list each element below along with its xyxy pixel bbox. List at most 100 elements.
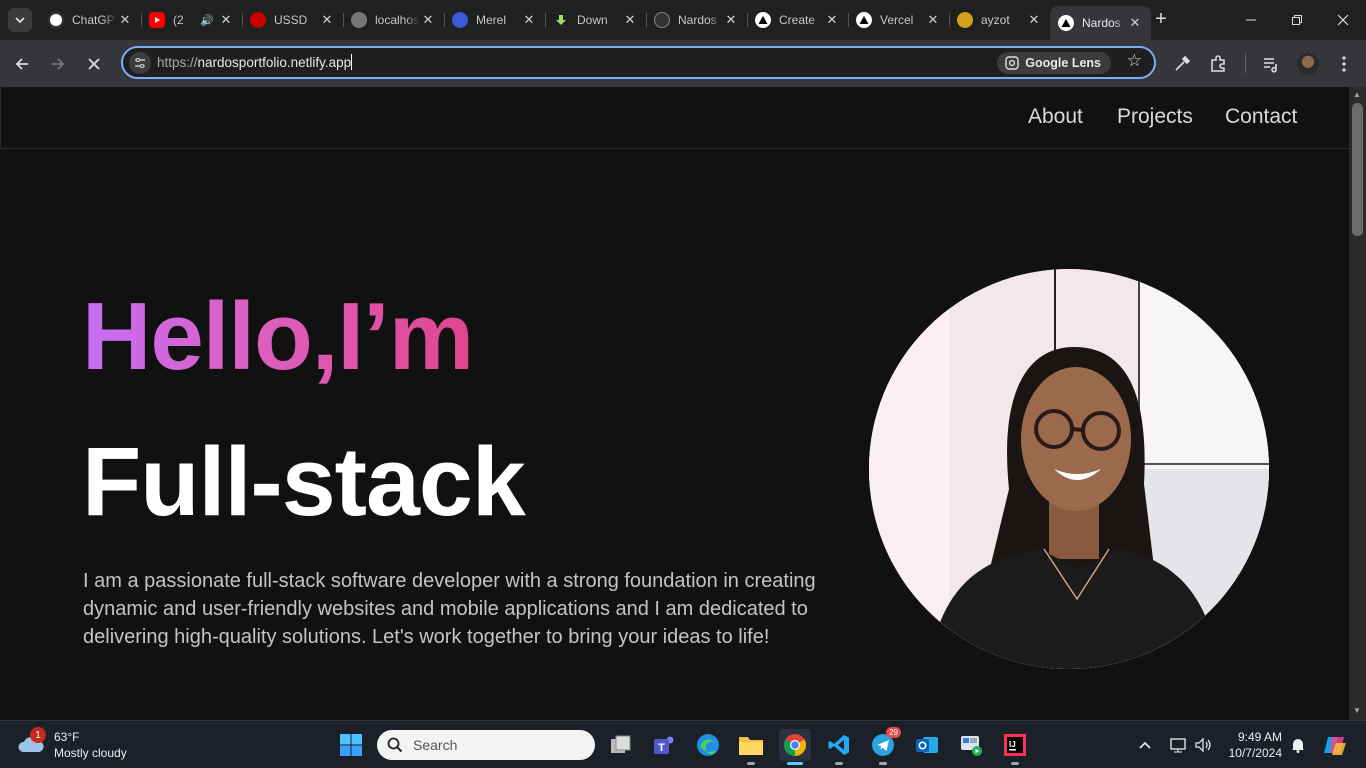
kebab-menu-icon — [1342, 56, 1346, 72]
browser-tab[interactable]: Nardos ✕ — [1050, 6, 1151, 40]
site-navbar: About Projects Contact — [0, 87, 1349, 149]
text-caret — [351, 54, 353, 70]
page-scrollbar[interactable]: ▲ ▼ — [1349, 87, 1366, 720]
forward-button[interactable] — [44, 50, 72, 78]
chrome-app[interactable] — [779, 729, 811, 765]
vercel-icon — [1058, 15, 1074, 31]
show-hidden-icons-button[interactable] — [1138, 721, 1152, 768]
copilot-button[interactable] — [1322, 721, 1348, 768]
tab-title: ayzot — [981, 13, 1010, 27]
close-tab-icon[interactable]: ✕ — [1127, 15, 1143, 31]
close-tab-icon[interactable]: ✕ — [218, 12, 234, 28]
close-tab-icon[interactable]: ✕ — [319, 12, 335, 28]
vercel-icon — [755, 12, 771, 28]
tab-list: ChatGPT✕(2🔊✕USSD✕localhost✕Merel✕Down✕Na… — [40, 6, 1151, 40]
speaker-icon[interactable]: 🔊 — [200, 14, 214, 27]
windows-logo-icon — [340, 734, 362, 756]
vercel-icon — [856, 12, 872, 28]
edge-icon — [697, 734, 719, 756]
outlook-icon — [916, 737, 938, 753]
edge-app[interactable] — [692, 729, 724, 761]
youtube-icon — [149, 12, 165, 28]
running-indicator — [879, 762, 887, 765]
close-icon — [88, 58, 100, 70]
scroll-up-arrow[interactable]: ▲ — [1353, 90, 1361, 99]
nav-projects-link[interactable]: Projects — [1117, 105, 1193, 129]
stop-loading-button[interactable] — [80, 50, 108, 78]
scroll-thumb[interactable] — [1352, 103, 1363, 236]
close-tab-icon[interactable]: ✕ — [521, 12, 537, 28]
site-info-button[interactable] — [129, 52, 151, 74]
vscode-app[interactable] — [823, 729, 855, 765]
tab-title: Nardos — [1082, 16, 1121, 30]
nav-about-link[interactable]: About — [1028, 105, 1083, 129]
browser-tab[interactable]: Nardos ✕ — [646, 6, 747, 34]
url-text[interactable]: https://nardosportfolio.netlify.app — [157, 54, 353, 70]
browser-tab[interactable]: (2 🔊 ✕ — [141, 6, 242, 34]
chevron-up-icon — [1139, 741, 1151, 749]
clock[interactable]: 9:49 AM 10/7/2024 — [1224, 729, 1282, 761]
start-button[interactable] — [335, 729, 367, 761]
notifications-button[interactable] — [1290, 721, 1306, 768]
tab-search-button[interactable] — [8, 8, 32, 32]
back-button[interactable] — [8, 50, 36, 78]
bookmark-star-button[interactable]: ☆ — [1127, 51, 1142, 71]
browser-tab[interactable]: localhost ✕ — [343, 6, 444, 34]
bell-icon — [1292, 739, 1304, 753]
browser-menu-button[interactable] — [1330, 50, 1358, 78]
restore-button[interactable] — [1274, 0, 1320, 40]
new-tab-button[interactable]: + — [1150, 8, 1172, 30]
file-explorer-app[interactable] — [735, 729, 767, 765]
close-tab-icon[interactable]: ✕ — [824, 12, 840, 28]
close-tab-icon[interactable]: ✕ — [622, 12, 638, 28]
google-lens-button[interactable]: Google Lens — [997, 52, 1111, 74]
hero-bio: I am a passionate full-stack software de… — [83, 570, 816, 648]
close-tab-icon[interactable]: ✕ — [420, 12, 436, 28]
browser-tab[interactable]: Down ✕ — [545, 6, 646, 34]
ayzot-icon — [957, 12, 973, 28]
browser-tab[interactable]: Vercel ✕ — [848, 6, 949, 34]
tab-title: (2 — [173, 13, 184, 27]
running-indicator — [787, 762, 803, 765]
arrow-left-icon — [15, 58, 28, 70]
url-scheme: https:// — [157, 55, 198, 70]
playlist-icon — [1264, 58, 1277, 73]
profile-photo — [869, 269, 1269, 669]
close-tab-icon[interactable]: ✕ — [925, 12, 941, 28]
eyedropper-extension-button[interactable] — [1168, 50, 1196, 78]
taskbar-search[interactable]: Search — [377, 730, 595, 760]
telegram-app[interactable]: 29 — [867, 727, 901, 765]
google-lens-label: Google Lens — [1025, 56, 1101, 70]
star-icon: ☆ — [1126, 51, 1142, 70]
close-tab-icon[interactable]: ✕ — [117, 12, 133, 28]
tab-title: Create — [779, 13, 816, 27]
browser-tab[interactable]: Merel ✕ — [444, 6, 545, 34]
tab-title: Merel — [476, 13, 507, 27]
profile-avatar[interactable] — [1294, 50, 1322, 78]
close-tab-icon[interactable]: ✕ — [1026, 12, 1042, 28]
outlook-app[interactable] — [911, 729, 943, 761]
clipchamp-app[interactable] — [955, 729, 987, 761]
extensions-button[interactable] — [1204, 50, 1232, 78]
nav-contact-link[interactable]: Contact — [1225, 105, 1297, 129]
intellij-app[interactable]: IJ — [999, 729, 1031, 765]
network-volume-tray[interactable] — [1170, 721, 1214, 768]
task-view-button[interactable] — [605, 729, 637, 761]
close-window-button[interactable] — [1320, 0, 1366, 40]
browser-tab[interactable]: Create ✕ — [747, 6, 848, 34]
scroll-down-arrow[interactable]: ▼ — [1353, 706, 1361, 715]
media-controls-button[interactable] — [1257, 50, 1285, 78]
minimize-button[interactable] — [1228, 0, 1274, 40]
address-bar[interactable]: https://nardosportfolio.netlify.app Goog… — [121, 46, 1156, 79]
eyedropper-icon — [1175, 55, 1191, 71]
browser-tab[interactable]: ChatGPT✕ — [40, 6, 141, 34]
browser-tab[interactable]: USSD ✕ — [242, 6, 343, 34]
close-tab-icon[interactable]: ✕ — [723, 12, 739, 28]
plus-icon: + — [1155, 7, 1167, 30]
browser-tab[interactable]: ayzot ✕ — [949, 6, 1050, 34]
weather-widget[interactable]: 1 63°F Mostly cloudy — [16, 727, 127, 761]
svg-text:T: T — [658, 742, 665, 754]
media-app-icon — [961, 736, 982, 756]
web-page: About Projects Contact Hello,I’m Full-st… — [0, 87, 1349, 720]
teams-app[interactable]: T — [648, 729, 680, 761]
